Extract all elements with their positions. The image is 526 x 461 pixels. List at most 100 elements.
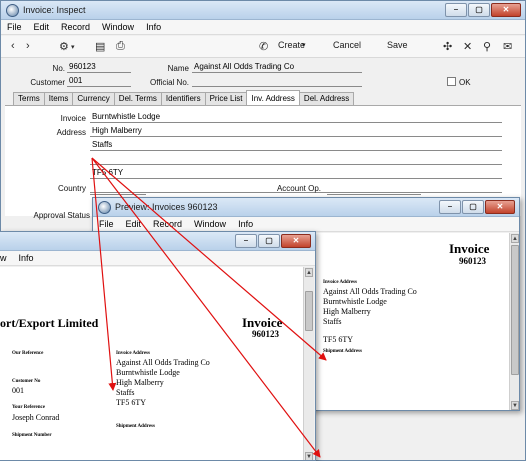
customer-field[interactable]: 001 [67, 76, 131, 87]
name-label: Name [167, 64, 189, 73]
close-icon: ✕ [292, 236, 300, 245]
front-address-line-5: TF5 6TY [323, 335, 353, 344]
preview-back-scrollbar[interactable]: ▲ ▼ [303, 267, 314, 460]
invoice-name-field[interactable]: Burntwhistle Lodge [90, 112, 502, 123]
create-button[interactable]: Create [278, 40, 305, 50]
front-address-line-4: Staffs [323, 317, 342, 326]
maximize-icon: ▢ [469, 202, 477, 211]
prev-record-icon[interactable]: ‹ [11, 40, 15, 52]
account-op-field[interactable] [327, 184, 421, 195]
back-address-line-2: Burntwhistle Lodge [116, 368, 180, 377]
no-field[interactable]: 960123 [67, 62, 131, 73]
front-invoice-number: 960123 [459, 256, 486, 266]
preview-back-titlebar[interactable]: – ▢ ✕ [0, 232, 315, 251]
preview-front-menu-info[interactable]: Info [232, 217, 259, 231]
menu-file[interactable]: File [1, 20, 28, 34]
close-icon: ✕ [502, 5, 510, 14]
main-titlebar[interactable]: Invoice: Inspect – ▢ ✕ [1, 1, 525, 20]
preview-front-app-icon [98, 201, 111, 214]
back-customer-no-value: 001 [12, 386, 24, 395]
menu-info[interactable]: Info [140, 20, 167, 34]
front-address-line-3: High Malberry [323, 307, 371, 316]
front-invoice-address-label: Invoice Address [323, 280, 357, 285]
back-shipment-number-label: Shipment Number [12, 433, 52, 438]
tab-currency[interactable]: Currency [72, 92, 115, 105]
address-line-2[interactable]: Staffs [90, 140, 502, 151]
maximize-button[interactable]: ▢ [468, 3, 490, 17]
preview-front-maximize-button[interactable]: ▢ [462, 200, 484, 214]
main-window-title: Invoice: Inspect [23, 5, 86, 15]
preview-back-menu-info[interactable]: Info [13, 251, 40, 265]
preview-front-menu-record[interactable]: Record [147, 217, 188, 231]
scroll-down-icon[interactable]: ▼ [511, 401, 519, 410]
print-preview-icon[interactable]: ⎙ [116, 40, 125, 53]
preview-front-minimize-button[interactable]: – [439, 200, 461, 214]
menu-record[interactable]: Record [55, 20, 96, 34]
email-icon[interactable]: ✉ [503, 40, 512, 53]
preview-back-minimize-button[interactable]: – [235, 234, 257, 248]
back-your-reference-value: Joseph Conrad [12, 413, 60, 422]
create-dropdown-icon[interactable]: ▾ [302, 41, 306, 49]
preview-back-close-button[interactable]: ✕ [281, 234, 311, 248]
tab-del-address[interactable]: Del. Address [298, 92, 355, 105]
front-invoice-heading: Invoice [449, 241, 490, 256]
collapse-icon[interactable]: ✕ [463, 40, 472, 53]
preview-front-scrollbar[interactable]: ▲ ▼ [509, 233, 519, 410]
tab-price-list[interactable]: Price List [204, 92, 248, 105]
address-label: Address [56, 128, 86, 137]
phone-icon[interactable]: ✆ [259, 40, 268, 53]
preview-front-menu-window[interactable]: Window [188, 217, 232, 231]
preview-back-menu-window[interactable]: w [0, 251, 13, 265]
record-tabs: Terms Items Currency Del. Terms Identifi… [13, 90, 355, 105]
ok-checkbox[interactable] [447, 77, 456, 86]
preview-back-menubar: w Info [0, 251, 315, 266]
preview-front-close-button[interactable]: ✕ [485, 200, 515, 214]
back-invoice-address-label: Invoice Address [116, 351, 150, 356]
country-field[interactable] [90, 184, 146, 195]
address-line-3[interactable] [90, 154, 502, 165]
minimize-button[interactable]: – [445, 3, 467, 17]
expand-icon[interactable]: ✣ [443, 40, 452, 53]
front-address-line-2: Burntwhistle Lodge [323, 297, 387, 306]
preview-back-maximize-button[interactable]: ▢ [258, 234, 280, 248]
save-button[interactable]: Save [387, 40, 408, 50]
menu-edit[interactable]: Edit [28, 20, 56, 34]
tab-inv-address[interactable]: Inv. Address [246, 90, 300, 105]
tab-del-terms[interactable]: Del. Terms [113, 92, 162, 105]
scroll-up-icon[interactable]: ▲ [511, 234, 519, 243]
address-line-4[interactable]: TF5 6TY [90, 168, 502, 179]
gear-icon[interactable]: ⚙ [59, 40, 69, 53]
close-button[interactable]: ✕ [491, 3, 521, 17]
tab-items[interactable]: Items [43, 92, 74, 105]
back-address-line-3: High Malberry [116, 378, 164, 387]
back-address-line-1: Against All Odds Trading Co [116, 358, 210, 367]
preview-front-menu-file[interactable]: File [93, 217, 120, 231]
no-label: No. [52, 64, 65, 73]
account-op-label: Account Op. [276, 184, 321, 193]
tab-identifiers[interactable]: Identifiers [160, 92, 206, 105]
back-shipment-address-label: Shipment Address [116, 424, 155, 429]
preview-front-title: Preview: Invoices 960123 [115, 202, 218, 212]
scroll-up-icon[interactable]: ▲ [305, 268, 313, 277]
scroll-down-icon[interactable]: ▼ [305, 452, 313, 460]
main-toolbar: ‹ › ⚙ ▾ ▤ ⎙ ✆ Create ▾ Cancel Save ✣ ✕ ⚲… [1, 36, 525, 58]
preview-window-back: – ▢ ✕ w Info ort/Export Limited Invoice … [0, 231, 316, 461]
name-field[interactable]: Against All Odds Trading Co [192, 62, 362, 73]
scroll-thumb[interactable] [305, 291, 313, 331]
attachment-icon[interactable]: ⚲ [483, 40, 491, 53]
back-address-line-5: TF5 6TY [116, 398, 146, 407]
menu-window[interactable]: Window [96, 20, 140, 34]
tab-terms[interactable]: Terms [13, 92, 45, 105]
preview-front-menu-edit[interactable]: Edit [120, 217, 148, 231]
maximize-icon: ▢ [265, 236, 273, 245]
minimize-icon: – [243, 236, 249, 245]
cancel-button[interactable]: Cancel [333, 40, 361, 50]
printer-icon[interactable]: ▤ [95, 40, 105, 53]
preview-front-titlebar[interactable]: Preview: Invoices 960123 – ▢ ✕ [93, 198, 519, 217]
maximize-icon: ▢ [475, 5, 483, 14]
gear-dropdown-icon[interactable]: ▾ [71, 43, 75, 51]
address-line-1[interactable]: High Malberry [90, 126, 502, 137]
next-record-icon[interactable]: › [26, 40, 30, 52]
official-no-field[interactable] [192, 76, 362, 87]
scroll-thumb[interactable] [511, 245, 519, 375]
